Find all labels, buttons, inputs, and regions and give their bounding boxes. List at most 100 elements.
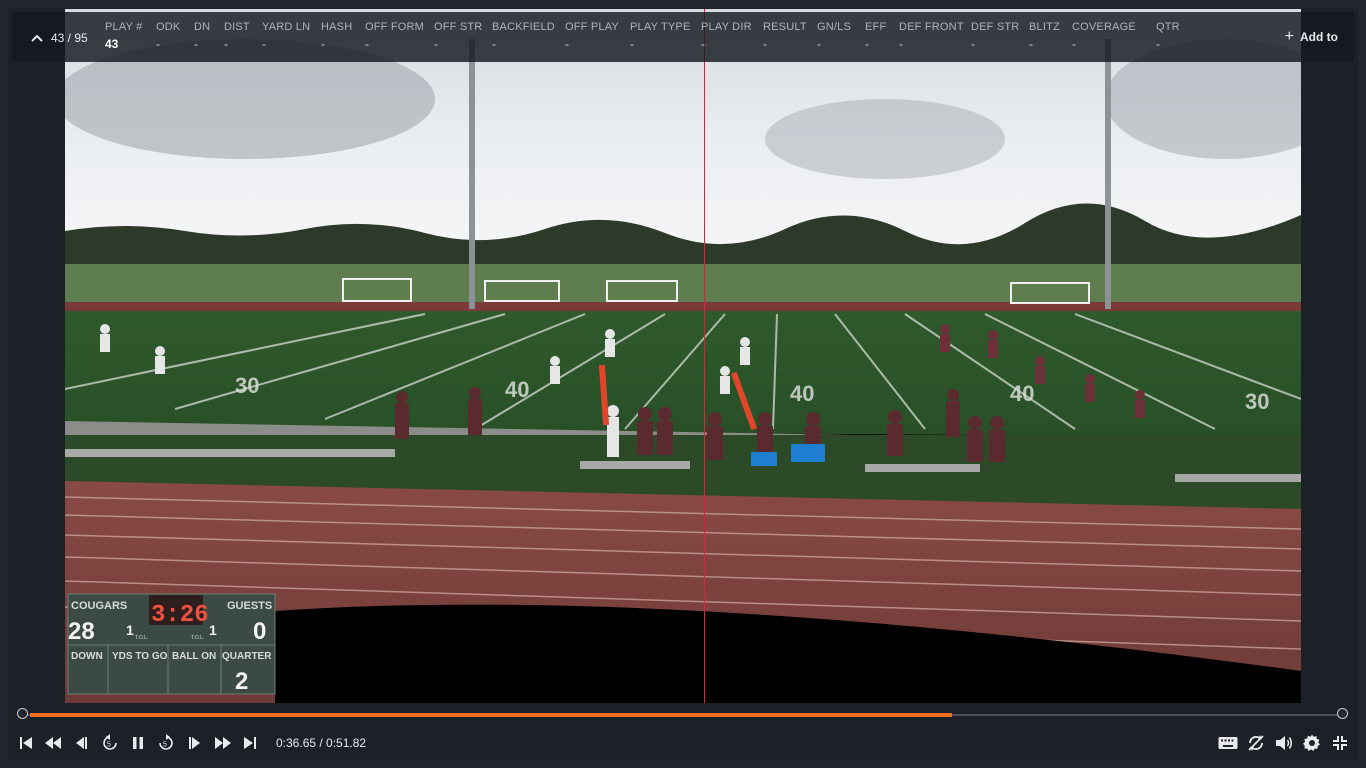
column-label: DEF FRONT	[899, 21, 964, 33]
scoreboard-quarter-label: QUARTER	[222, 651, 272, 662]
step-back-icon[interactable]	[70, 732, 92, 754]
column-hash[interactable]: HASH -	[321, 21, 352, 51]
play-counter: 43 / 95	[51, 31, 88, 45]
scoreboard: COUGARS GUESTS 3:26 28 0 1 1 T.O.L. T.O.…	[67, 593, 276, 695]
plus-icon: +	[1284, 28, 1294, 45]
skip-to-start-icon[interactable]	[15, 732, 37, 754]
column-dn[interactable]: DN -	[194, 21, 210, 51]
column-value: -	[565, 37, 569, 51]
timeline-end-handle[interactable]	[1337, 708, 1348, 719]
pause-icon[interactable]	[127, 732, 149, 754]
column-value: -	[865, 37, 869, 51]
collapse-chevron-up-icon[interactable]	[30, 31, 44, 45]
column-eff[interactable]: EFF -	[865, 21, 886, 51]
column-value: -	[971, 37, 975, 51]
column-qtr[interactable]: QTR -	[1156, 21, 1180, 51]
column-label: OFF FORM	[365, 21, 425, 33]
scoreboard-guest-tol: 1	[209, 622, 217, 638]
scoreboard-tol-label: T.O.L.	[191, 635, 204, 641]
column-gn-ls[interactable]: GN/LS -	[817, 21, 851, 51]
column-yard-ln[interactable]: YARD LN -	[262, 21, 310, 51]
forward-5-icon[interactable]: 5	[155, 732, 177, 754]
column-def-str[interactable]: DEF STR -	[971, 21, 1019, 51]
yard-number: 40	[505, 377, 529, 402]
column-play[interactable]: PLAY # 43	[105, 21, 143, 51]
column-result[interactable]: RESULT -	[763, 21, 807, 51]
column-play-type[interactable]: PLAY TYPE -	[630, 21, 691, 51]
loop-off-icon[interactable]	[1245, 732, 1267, 754]
scoreboard-down-label: DOWN	[71, 651, 103, 662]
scoreboard-home-score: 28	[68, 618, 95, 645]
add-to-button[interactable]: + Add to	[1284, 28, 1338, 45]
column-value: -	[321, 37, 325, 51]
svg-text:5: 5	[163, 742, 167, 749]
step-forward-icon[interactable]	[184, 732, 206, 754]
scoreboard-quarter: 2	[235, 668, 248, 695]
column-label: OFF STR	[434, 21, 483, 33]
keyboard-icon[interactable]	[1217, 732, 1239, 754]
column-label: PLAY #	[105, 21, 143, 33]
time-display: 0:36.65 / 0:51.82	[276, 736, 367, 750]
video-frame[interactable]: 30 40 40 40 30 COUGARS GUESTS 3:26 28 0 …	[65, 9, 1301, 703]
column-def-front[interactable]: DEF FRONT -	[899, 21, 964, 51]
column-odk[interactable]: ODK -	[156, 21, 180, 51]
column-value: -	[434, 37, 438, 51]
column-label: PLAY DIR	[701, 21, 752, 33]
settings-icon[interactable]	[1301, 732, 1323, 754]
column-off-form[interactable]: OFF FORM -	[365, 21, 424, 51]
column-value: -	[156, 37, 160, 51]
column-value: -	[630, 37, 634, 51]
column-play-dir[interactable]: PLAY DIR -	[701, 21, 752, 51]
scoreboard-ball-on-label: BALL ON	[172, 651, 216, 662]
add-to-label: Add to	[1300, 30, 1338, 44]
yard-number: 30	[1245, 389, 1269, 414]
scoreboard-guest-label: GUESTS	[227, 600, 272, 612]
scoreboard-ytg-label: YDS TO GO	[112, 651, 168, 662]
column-value: -	[194, 37, 198, 51]
timeline-start-handle[interactable]	[17, 708, 28, 719]
playhead-line	[704, 9, 705, 703]
exit-fullscreen-icon[interactable]	[1329, 732, 1351, 754]
column-value: -	[224, 37, 228, 51]
column-label: OFF PLAY	[565, 21, 619, 33]
column-backfield[interactable]: BACKFIELD -	[492, 21, 555, 51]
column-label: BLITZ	[1029, 21, 1060, 33]
column-label: BACKFIELD	[492, 21, 555, 33]
skip-to-end-icon[interactable]	[239, 732, 261, 754]
play-data-header: 43 / 95 PLAY #43 ODK - DN - DIST - YARD LN - HASH…	[12, 12, 1354, 62]
column-off-str[interactable]: OFF STR -	[434, 21, 482, 51]
column-value: -	[1029, 37, 1033, 51]
column-label: YARD LN	[262, 21, 311, 33]
column-dist[interactable]: DIST -	[224, 21, 250, 51]
yard-number: 30	[235, 373, 259, 398]
scoreboard-home-tol: 1	[126, 622, 134, 638]
column-label: EFF	[865, 21, 887, 33]
yard-number: 40	[790, 381, 814, 406]
column-label: QTR	[1156, 21, 1180, 33]
volume-icon[interactable]	[1273, 732, 1295, 754]
scoreboard-clock: 3:26	[151, 602, 209, 629]
yard-number: 40	[1010, 381, 1034, 406]
column-value: -	[365, 37, 369, 51]
scoreboard-guest-score: 0	[253, 618, 266, 645]
timeline-track[interactable]	[22, 713, 1342, 717]
column-coverage[interactable]: COVERAGE -	[1072, 21, 1136, 51]
rewind-icon[interactable]	[42, 732, 64, 754]
column-label: DN	[194, 21, 211, 33]
fast-forward-icon[interactable]	[212, 732, 234, 754]
svg-text:5: 5	[107, 742, 111, 749]
column-value: -	[763, 37, 767, 51]
player-controls: 5 5 0:36.65 / 0:51.82	[0, 730, 1366, 756]
column-label: PLAY TYPE	[630, 21, 691, 33]
column-value: -	[1156, 37, 1160, 51]
timeline-progress	[30, 713, 952, 717]
column-value: -	[817, 37, 821, 51]
replay-5-icon[interactable]: 5	[99, 732, 121, 754]
column-label: COVERAGE	[1072, 21, 1136, 33]
column-value: -	[262, 37, 266, 51]
column-value: -	[1072, 37, 1076, 51]
column-off-play[interactable]: OFF PLAY -	[565, 21, 619, 51]
column-value: -	[701, 37, 705, 51]
column-label: DIST	[224, 21, 250, 33]
column-blitz[interactable]: BLITZ -	[1029, 21, 1060, 51]
